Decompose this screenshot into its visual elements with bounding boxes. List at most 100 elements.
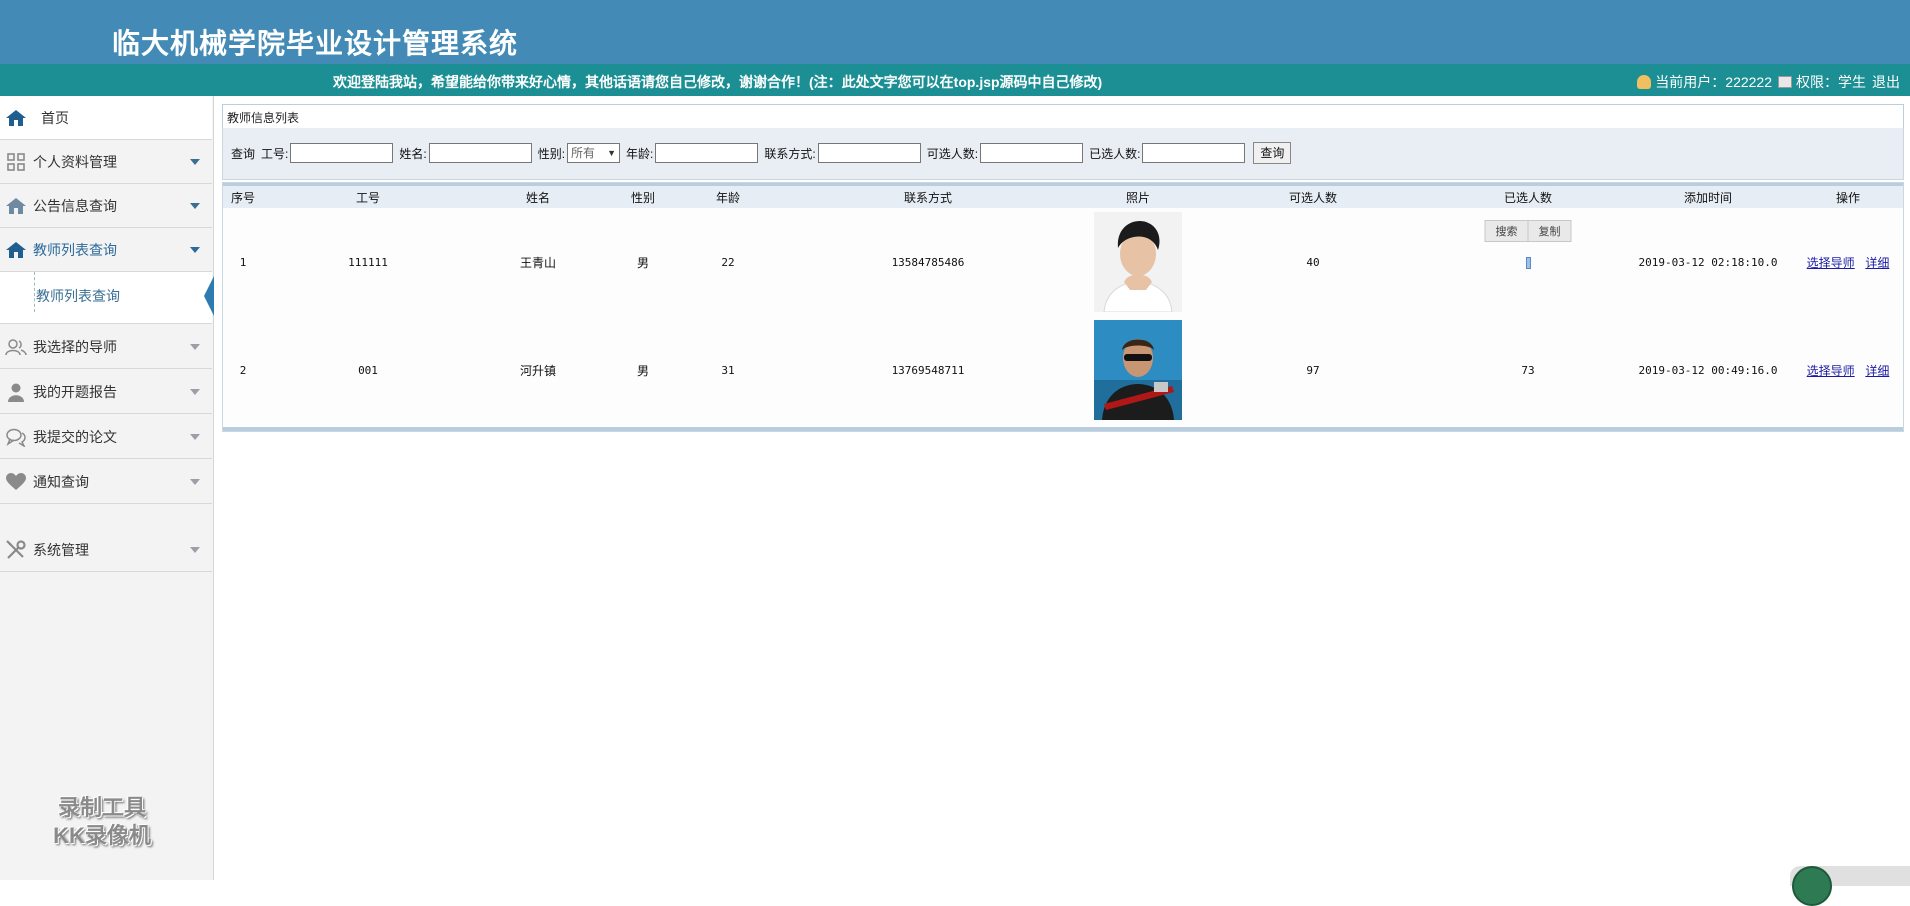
- home-icon: [5, 107, 27, 129]
- cell-id: 001: [358, 363, 378, 377]
- age-input[interactable]: [655, 143, 759, 163]
- cell-selected: 搜索 复制: [1433, 208, 1623, 316]
- cell-name: 王青山: [519, 255, 556, 270]
- choose-advisor-link[interactable]: 选择导师: [1807, 364, 1855, 378]
- current-user: 当前用户：222222: [1655, 74, 1772, 90]
- cell-no: 2: [239, 363, 247, 377]
- heart-icon: [5, 471, 27, 493]
- available-label: 可选人数:: [926, 146, 979, 161]
- teacher-photo: [1094, 320, 1182, 420]
- gender-select[interactable]: 所有: [567, 143, 621, 163]
- teacher-table-wrap: 序号 工号 姓名 性别 年龄 联系方式 照片 可选人数 已选人数 添加时间 操作…: [222, 182, 1904, 432]
- panel-title-text: 教师信息列表: [227, 111, 300, 125]
- chevron-down-icon: [190, 344, 200, 350]
- sidebar-item-label: 通知查询: [33, 473, 89, 490]
- sidebar-item-profile[interactable]: 个人资料管理: [0, 140, 212, 184]
- header-cell: 照片: [1083, 186, 1193, 208]
- user-icon: [5, 381, 27, 403]
- cell-gender: 男: [636, 255, 649, 270]
- sidebar-item-label: 首页: [41, 109, 69, 126]
- sidebar-item-label: 教师列表查询: [33, 241, 117, 258]
- header-cell: 序号: [223, 186, 263, 208]
- cell-photo: [1083, 208, 1193, 316]
- chevron-down-icon: [190, 547, 200, 553]
- cell-time: 2019-03-12 02:18:10.0: [1638, 255, 1778, 269]
- sidebar-item-notifications[interactable]: 通知查询: [0, 460, 212, 504]
- cell-gender: 男: [636, 363, 649, 378]
- cell-age: 31: [721, 363, 735, 377]
- age-label: 年龄:: [626, 146, 654, 161]
- sidebar-item-label: 公告信息查询: [33, 197, 117, 214]
- grid-icon: [5, 151, 27, 173]
- cell-available: 40: [1306, 255, 1320, 269]
- submenu-item-teacher-list[interactable]: 教师列表查询: [36, 286, 120, 306]
- name-label: 姓名:: [399, 146, 427, 161]
- logout-link[interactable]: 退出: [1872, 72, 1900, 92]
- header-cell: 联系方式: [773, 186, 1083, 208]
- sidebar-item-label: 个人资料管理: [33, 153, 117, 170]
- chevron-down-icon: [190, 479, 200, 485]
- cell-ops: 选择导师 详细: [1793, 316, 1903, 424]
- cell-no: 1: [239, 255, 247, 269]
- chevron-down-icon: [190, 434, 200, 440]
- user-info: 当前用户：222222 权限：学生 退出: [1637, 72, 1900, 92]
- teacher-photo: [1094, 212, 1182, 312]
- selected-label: 已选人数:: [1089, 146, 1141, 161]
- cell-id: 111111: [348, 255, 388, 269]
- active-marker: [204, 276, 214, 316]
- popup-search-button[interactable]: 搜索: [1486, 221, 1529, 241]
- cell-available: 97: [1306, 363, 1320, 377]
- sidebar-item-home[interactable]: 首页: [0, 96, 212, 140]
- teacher-table: 序号 工号 姓名 性别 年龄 联系方式 照片 可选人数 已选人数 添加时间 操作…: [223, 186, 1903, 424]
- sidebar-item-my-advisor[interactable]: 我选择的导师: [0, 325, 212, 369]
- table-bottom-border: [223, 427, 1903, 431]
- cell-contact: 13584785486: [891, 255, 965, 269]
- table-row: 1 111111 王青山 男 22 13584785486 40 搜索 复制 2…: [223, 208, 1903, 316]
- header-cell: 姓名: [473, 186, 603, 208]
- query-button[interactable]: 查询: [1253, 142, 1292, 164]
- text-cursor-highlight: [1525, 256, 1531, 269]
- cell-age: 22: [721, 255, 735, 269]
- system-title: 临大机械学院毕业设计管理系统: [112, 27, 519, 60]
- tree-line: [34, 272, 35, 312]
- header-cell: 性别: [603, 186, 683, 208]
- sidebar-item-teacher-list[interactable]: 教师列表查询: [0, 228, 212, 272]
- sidebar-item-announcements[interactable]: 公告信息查询: [0, 184, 212, 228]
- header-cell: 可选人数: [1193, 186, 1433, 208]
- sidebar-item-system[interactable]: 系统管理: [0, 528, 212, 572]
- sidebar-item-label: 我选择的导师: [33, 338, 117, 355]
- chevron-down-icon: [190, 159, 200, 165]
- header-cell: 添加时间: [1623, 186, 1793, 208]
- header-cell: 操作: [1793, 186, 1903, 208]
- cell-selected: 73: [1521, 363, 1535, 377]
- cell-contact: 13769548711: [891, 363, 965, 377]
- sidebar-item-thesis[interactable]: 我提交的论文: [0, 415, 212, 459]
- header-cell: 工号: [263, 186, 473, 208]
- sidebar: 首页 个人资料管理 公告信息查询 教师列表查询 教师列表查询 我选择的导师 我的…: [0, 96, 214, 880]
- choose-advisor-link[interactable]: 选择导师: [1807, 256, 1855, 270]
- home-icon: [5, 195, 27, 217]
- sidebar-item-proposal[interactable]: 我的开题报告: [0, 370, 212, 414]
- recorder-float-button[interactable]: [1790, 866, 1910, 906]
- welcome-bar: 欢迎登陆我站，希望能给你带来好心情，其他话语请您自己修改，谢谢合作！(注：此处文…: [0, 64, 1910, 96]
- id-input[interactable]: [290, 143, 394, 163]
- contact-input[interactable]: [817, 143, 921, 163]
- sidebar-item-label: 我提交的论文: [33, 428, 117, 445]
- available-input[interactable]: [980, 143, 1084, 163]
- name-input[interactable]: [428, 143, 532, 163]
- detail-link[interactable]: 详细: [1865, 256, 1889, 270]
- popup-copy-button[interactable]: 复制: [1529, 221, 1571, 241]
- id-label: 工号:: [261, 146, 289, 161]
- detail-link[interactable]: 详细: [1865, 364, 1889, 378]
- watermark-line2: KK录像机: [53, 823, 151, 848]
- key-icon: [1778, 76, 1792, 88]
- query-label: 查询: [231, 146, 256, 161]
- cell-time: 2019-03-12 00:49:16.0: [1638, 363, 1778, 377]
- contact-label: 联系方式:: [764, 146, 816, 161]
- welcome-text: 欢迎登陆我站，希望能给你带来好心情，其他话语请您自己修改，谢谢合作！(注：此处文…: [333, 74, 1103, 90]
- sidebar-item-label: 我的开题报告: [33, 383, 117, 400]
- user-icon: [1637, 75, 1652, 89]
- selected-input[interactable]: [1142, 143, 1246, 163]
- users-icon: [5, 336, 27, 358]
- cell-ops: 选择导师 详细: [1793, 208, 1903, 316]
